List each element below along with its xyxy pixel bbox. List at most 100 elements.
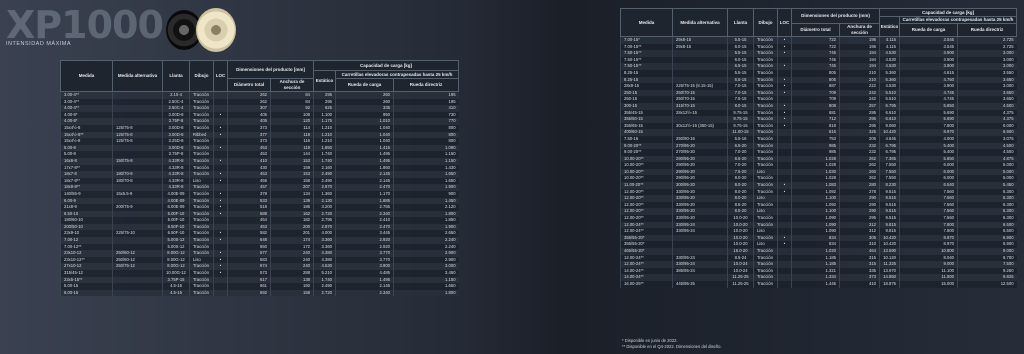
table-row: 28x9-15 225/75-15 (8.15-15) 7.0-15 Tracción… xyxy=(620,83,1017,90)
table-cell: 4.500 xyxy=(957,102,1017,110)
table-cell: 5.360 xyxy=(879,76,900,84)
table-cell: 7.50-15** xyxy=(620,63,673,70)
table-cell: 335 xyxy=(838,267,880,275)
table-cell: 12.00-24** xyxy=(620,228,673,235)
table-cell: 11.00-15 xyxy=(727,129,754,136)
table-cell: 2.240 xyxy=(393,237,459,244)
table-cell: 9.00-20** xyxy=(620,149,673,156)
table-cell xyxy=(213,91,228,99)
table-cell: 15x5.5-9 xyxy=(112,190,163,198)
table-cell: 144 xyxy=(269,151,314,158)
table-row: 14.00-24** 385/95-24 10.0-24 Tracción 1.321 3… xyxy=(620,267,1017,275)
table-row: 7.50-15** 6.0-15 Tracción 745 194 4.530 3.900 3… xyxy=(620,56,1017,64)
table-cell: 3.00D-8 xyxy=(162,111,190,119)
table-row: 10.00-20** 290/95-20 8.0-20 Tracción 1.028 26… xyxy=(620,175,1017,183)
col-loc: LOC xyxy=(777,8,792,37)
table-row: 18x7-8 180/70-8 4.33R-8 Tracción • 453 153 2.49… xyxy=(60,171,459,178)
table-cell: 200/75-9 xyxy=(112,204,163,211)
table-cell: 1.450 xyxy=(393,197,459,205)
table-cell: 330/95-20 xyxy=(672,188,728,196)
table-cell xyxy=(213,223,228,231)
table-cell: 582 xyxy=(227,230,271,238)
table-cell xyxy=(112,184,163,191)
table-cell xyxy=(672,234,728,242)
table-cell: Tracción xyxy=(753,188,778,196)
table-cell: 2.725 xyxy=(957,43,1017,51)
table-cell: 182 xyxy=(269,217,314,224)
table-cell: 5.690 xyxy=(899,116,958,123)
col-rueda-carga: Rueda de carga xyxy=(899,23,959,37)
table-cell: 6.300 xyxy=(957,195,1017,202)
table-cell: 330/95-24 xyxy=(672,254,728,262)
table-cell: 290 xyxy=(838,208,880,216)
table-cell: 2.920 xyxy=(335,243,394,251)
table-cell: 10.0-20 xyxy=(727,215,754,222)
table-cell: 3.770 xyxy=(335,250,394,257)
table-cell: 5.00F-10 xyxy=(162,217,190,224)
table-row: 5.00-15 4.5-15 Tracción 661 150 2.490 2.145 1.6… xyxy=(60,283,459,290)
table-cell xyxy=(213,151,228,158)
table-cell xyxy=(777,208,792,216)
table-cell: 10.0-24 xyxy=(727,261,754,268)
table-cell: Liso xyxy=(753,168,778,176)
table-cell: 2.10-4 xyxy=(162,91,190,99)
table-cell: 250-15 xyxy=(620,89,673,97)
table-cell: • xyxy=(213,131,228,139)
table-cell: 194 xyxy=(838,50,880,57)
table-cell: 3.075 xyxy=(957,135,1017,143)
table-cell: Tracción xyxy=(189,276,214,284)
table-cell: 4.375 xyxy=(957,116,1017,123)
col-rueda-dir: Rueda directriz xyxy=(957,23,1018,37)
table-cell: 10.120 xyxy=(879,254,900,262)
table-cell: Tracción xyxy=(189,263,214,271)
table-cell: 1.090 xyxy=(393,144,459,152)
table-row: 15x4½-8** 125/75-8 3.00D-8 Ribbed • 377 118 1.2… xyxy=(60,131,459,139)
table-cell: 6.000 xyxy=(899,162,958,169)
table-cell: 28x9-15 xyxy=(620,83,673,90)
table-cell: 290 xyxy=(838,195,880,202)
table-cell: 201 xyxy=(269,230,314,238)
table-cell: 6.610 xyxy=(879,109,900,117)
table-cell: 295 xyxy=(838,116,880,123)
table-cell: 8.5-24 xyxy=(727,254,754,262)
table-cell: 1.321 xyxy=(791,267,840,275)
table-row: 23x10-12 250/60-12 8.00G-12 Tracción • 577 240… xyxy=(60,250,459,257)
table-cell: 1.100 xyxy=(313,111,336,119)
table-cell xyxy=(672,248,728,255)
table-cell: • xyxy=(213,270,228,277)
table-cell: 8.230 xyxy=(879,182,900,189)
table-cell: • xyxy=(213,230,228,238)
table-row: 355/55-20* 10.0-20 Tracción • 834 305 10.420 8.… xyxy=(620,234,1017,242)
table-cell: 84 xyxy=(269,91,314,99)
table-cell: 1.170 xyxy=(335,190,394,198)
table-cell xyxy=(112,237,163,244)
table-cell: 335 xyxy=(335,105,394,112)
table-cell: 11.325 xyxy=(879,261,900,268)
table-cell: 950 xyxy=(335,111,394,119)
table-cell: 6.00-9 xyxy=(60,197,113,205)
table-cell: Tracción xyxy=(753,83,778,90)
table-cell: • xyxy=(213,197,228,205)
table-cell: • xyxy=(213,124,228,132)
table-cell: 985 xyxy=(791,142,840,150)
table-cell: 753 xyxy=(791,135,840,143)
table-row: 10.00-20** 290/95-20 7.0-20 Tracción 1.028 26… xyxy=(620,162,1017,169)
table-cell xyxy=(112,98,163,106)
table-cell: • xyxy=(213,210,228,218)
table-cell: 7.800 xyxy=(899,122,958,130)
table-cell: 325 xyxy=(838,129,880,136)
table-cell: Tracción xyxy=(753,267,778,275)
table-cell: Tracción xyxy=(753,109,778,117)
table-cell: 8.5-20 xyxy=(727,208,754,216)
table-cell: 1.800 xyxy=(393,289,459,297)
table-cell: 1.100 xyxy=(791,208,840,216)
table-cell: 1.040 xyxy=(335,124,394,132)
table-cell: 577 xyxy=(227,250,271,257)
table-cell: 232 xyxy=(838,149,880,156)
table-row: 9.00-20** 270/95-20 7.0-20 Tracción 985 232 6.… xyxy=(620,149,1017,156)
table-cell: Tracción xyxy=(189,171,214,178)
footnotes: * Disponible en junio de 2022. ** Dispon… xyxy=(622,338,722,350)
table-cell: • xyxy=(777,182,792,189)
table-row: 180/60-10 5.00F-10 Tracción 454 182 2.795 2.41… xyxy=(60,217,459,224)
table-cell: 3.650 xyxy=(957,89,1017,97)
